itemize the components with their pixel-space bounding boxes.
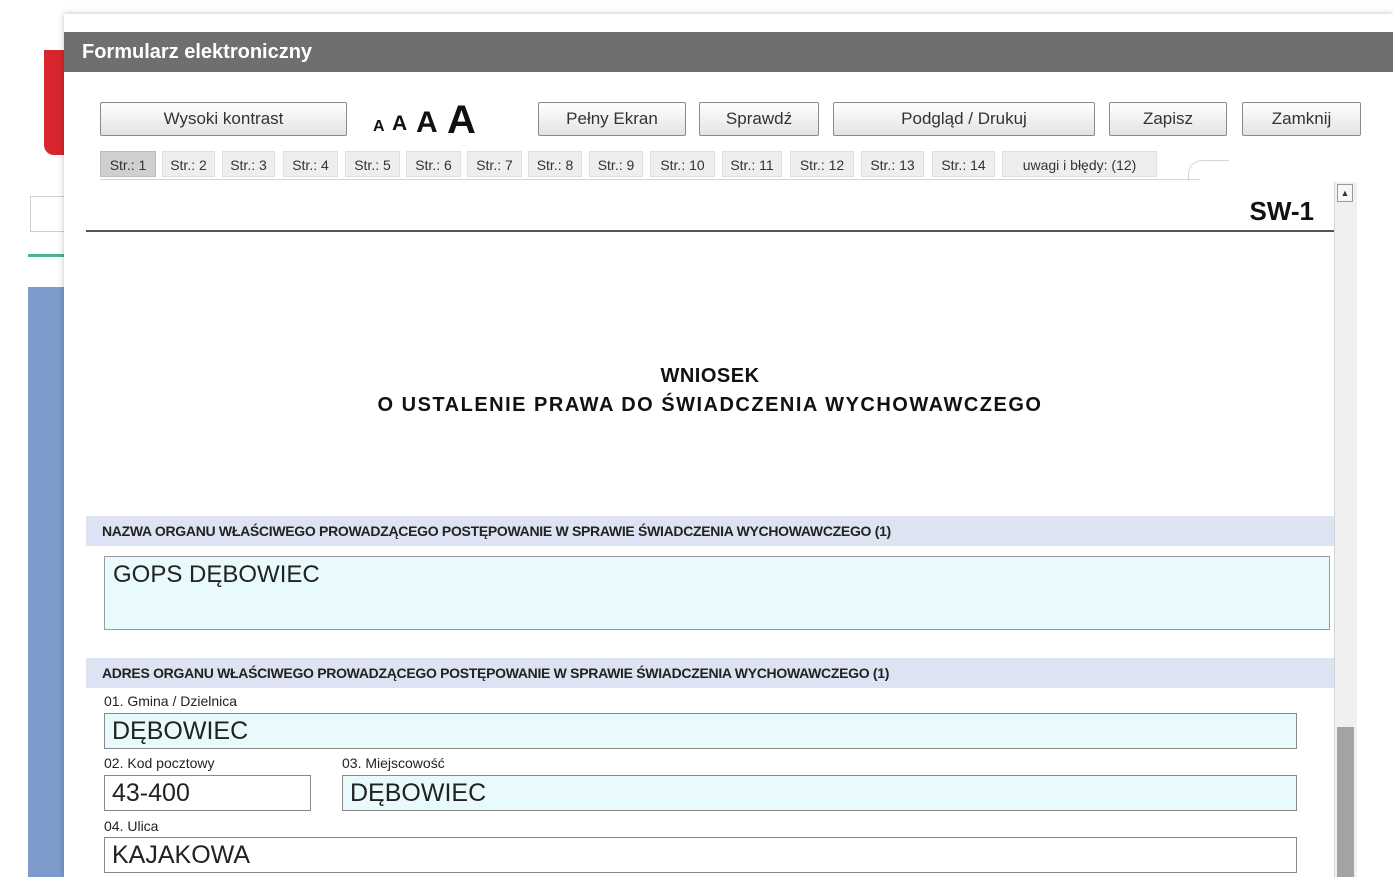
header-divider — [86, 230, 1334, 232]
gmina-label: 01. Gmina / Dzielnica — [104, 693, 238, 709]
save-button[interactable]: Zapisz — [1109, 102, 1227, 136]
background-accent-line — [28, 254, 64, 257]
city-label: 03. Miejscowość — [342, 755, 445, 771]
fullscreen-button[interactable]: Pełny Ekran — [538, 102, 686, 136]
tab-page-4[interactable]: Str.: 4 — [283, 151, 338, 177]
tab-page-11[interactable]: Str.: 11 — [722, 151, 782, 177]
high-contrast-button[interactable]: Wysoki kontrast — [100, 102, 347, 136]
tab-page-2[interactable]: Str.: 2 — [162, 151, 215, 177]
tab-remarks-errors[interactable]: uwagi i błędy: (12) — [1002, 151, 1157, 177]
street-label: 04. Ulica — [104, 818, 159, 834]
form-code: SW-1 — [1249, 196, 1314, 226]
emblem-logo — [44, 50, 64, 155]
document-scrollbar[interactable]: ▲ — [1334, 182, 1357, 877]
postal-code-field[interactable]: 43-400 — [104, 775, 311, 811]
tab-page-10[interactable]: Str.: 10 — [650, 151, 715, 177]
tab-page-12[interactable]: Str.: 12 — [790, 151, 854, 177]
gmina-field[interactable]: DĘBOWIEC — [104, 713, 1297, 749]
tab-page-1[interactable]: Str.: 1 — [100, 151, 156, 177]
tabs-divider — [100, 179, 1200, 180]
tab-page-13[interactable]: Str.: 13 — [861, 151, 924, 177]
street-field[interactable]: KAJAKOWA — [104, 837, 1297, 873]
scroll-up-arrow-icon[interactable]: ▲ — [1337, 184, 1353, 202]
font-size-smallest-button[interactable]: A — [373, 118, 385, 136]
font-size-small-button[interactable]: A — [392, 112, 407, 136]
check-button[interactable]: Sprawdź — [699, 102, 819, 136]
tab-page-14[interactable]: Str.: 14 — [932, 151, 995, 177]
form-modal: Formularz elektroniczny Wysoki kontrast … — [64, 14, 1393, 877]
tab-page-5[interactable]: Str.: 5 — [345, 151, 400, 177]
section-authority-address-header: ADRES ORGANU WŁAŚCIWEGO PROWADZĄCEGO POS… — [86, 658, 1334, 688]
background-side-panel — [28, 287, 64, 877]
close-button[interactable]: Zamknij — [1242, 102, 1361, 136]
tab-page-3[interactable]: Str.: 3 — [222, 151, 275, 177]
font-size-large-button[interactable]: A — [447, 98, 476, 143]
tabs-divider-curve — [1188, 160, 1229, 181]
postal-code-label: 02. Kod pocztowy — [104, 755, 215, 771]
scrollbar-thumb[interactable] — [1337, 727, 1354, 877]
background-search-input — [30, 196, 64, 232]
document-subtitle: O USTALENIE PRAWA DO ŚWIADCZENIA WYCHOWA… — [377, 394, 1043, 416]
modal-title: Formularz elektroniczny — [64, 32, 1393, 72]
tab-page-6[interactable]: Str.: 6 — [406, 151, 461, 177]
document-title: WNIOSEK — [660, 365, 760, 387]
font-size-medium-button[interactable]: A — [416, 106, 438, 140]
tab-page-7[interactable]: Str.: 7 — [467, 151, 522, 177]
section-authority-name-header: NAZWA ORGANU WŁAŚCIWEGO PROWADZĄCEGO POS… — [86, 516, 1334, 546]
authority-name-field[interactable]: GOPS DĘBOWIEC — [104, 556, 1330, 630]
city-field[interactable]: DĘBOWIEC — [342, 775, 1297, 811]
document-page: SW-1 WNIOSEK O USTALENIE PRAWA DO ŚWIADC… — [86, 182, 1334, 877]
tab-page-9[interactable]: Str.: 9 — [589, 151, 643, 177]
tab-page-8[interactable]: Str.: 8 — [528, 151, 582, 177]
preview-print-button[interactable]: Podgląd / Drukuj — [833, 102, 1095, 136]
